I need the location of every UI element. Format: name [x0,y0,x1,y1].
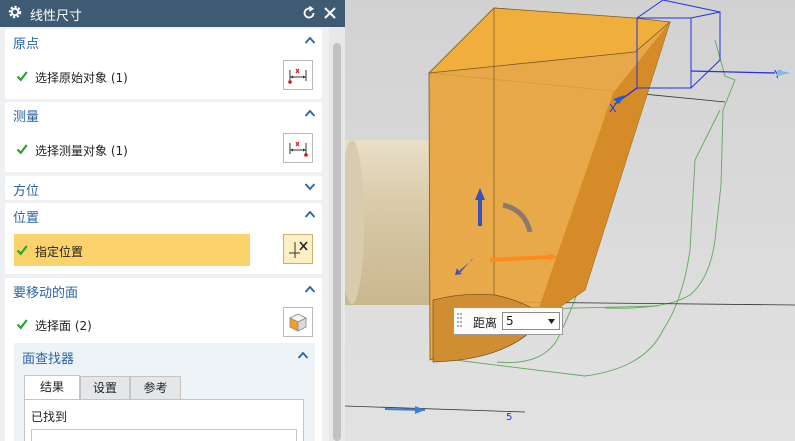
chevron-up-icon[interactable] [304,108,316,118]
svg-text:X: X [609,102,617,115]
face-cube-icon [289,313,307,332]
chevron-up-icon[interactable] [297,350,309,360]
reset-icon[interactable] [301,5,317,21]
section-measure: 测量 选择测量对象 (1) [5,102,322,172]
panel-scrollbar[interactable] [329,27,345,441]
specify-location-row[interactable]: 指定位置 [14,234,250,266]
chevron-up-icon[interactable] [304,35,316,45]
section-location: 位置 指定位置 [5,203,322,274]
drag-grip-icon[interactable] [457,312,462,330]
linear-dimension-icon [288,68,307,84]
check-icon [16,245,28,256]
select-measure-object-label[interactable]: 选择测量对象 (1) [35,142,128,159]
model-canvas[interactable]: X Y 5 [345,0,795,441]
section-orientation: 方位 [5,176,322,200]
select-origin-object-label[interactable]: 选择原始对象 (1) [35,69,128,86]
y-axis-arrowhead [777,70,791,76]
select-face-button[interactable] [283,307,313,337]
select-face-label[interactable]: 选择面 (2) [35,317,92,334]
distance-popup: 距离 5 [453,307,563,335]
distance-value[interactable]: 5 [506,314,514,328]
chevron-up-icon[interactable] [304,209,316,219]
gear-icon[interactable] [7,4,23,20]
origin-object-button[interactable] [283,60,313,90]
section-origin: 原点 选择原始对象 (1) [5,29,322,99]
dimension-tick-label: 5 [506,412,512,423]
measure-object-button[interactable] [283,133,313,163]
face-finder-header[interactable]: 面查找器 [22,348,74,367]
found-label: 已找到 [31,410,68,424]
dimension-axis-arrowhead [415,406,425,414]
tab-reference[interactable]: 参考 [130,376,181,400]
tab-settings[interactable]: 设置 [80,376,130,400]
found-faces-list[interactable] [31,429,297,441]
check-icon [16,71,28,82]
caret-down-icon[interactable] [548,319,555,324]
dialog-body: 原点 选择原始对象 (1) 测量 选择测量对象 (1) 方位 位置 指定位置 要… [0,27,345,441]
linear-dimension-icon [289,141,308,157]
section-move-face: 要移动的面 选择面 (2) 面查找器 结果 设置 参考 已找到 [5,278,322,441]
specify-location-button[interactable] [283,234,313,264]
scrollbar-thumb[interactable] [333,43,341,441]
section-header-measure[interactable]: 测量 [13,106,39,125]
distance-label: 距离 [473,316,498,330]
graphics-viewport[interactable]: X Y 5 [345,0,795,441]
dialog-title-bar: 线性尺寸 [0,0,345,27]
section-header-orientation[interactable]: 方位 [13,180,39,199]
chevron-down-icon[interactable] [304,182,316,192]
close-icon[interactable] [322,5,338,21]
tab-results[interactable]: 结果 [24,375,80,400]
face-finder-group: 面查找器 结果 设置 参考 已找到 [14,343,315,441]
svg-text:5: 5 [506,412,512,423]
dialog-title: 线性尺寸 [30,9,83,24]
point-location-icon [289,241,308,258]
results-tab-panel: 已找到 [24,399,304,441]
wcs-x-label: X [609,102,617,115]
dialog-panel: 线性尺寸 原点 选择原始对象 (1) 测量 选择测量对象 (1) 方位 位置 指… [0,0,345,441]
check-icon [16,144,28,155]
section-header-location[interactable]: 位置 [13,207,39,226]
check-icon [16,319,28,330]
section-header-origin[interactable]: 原点 [13,33,39,52]
section-header-move-face[interactable]: 要移动的面 [13,282,78,301]
specify-location-label: 指定位置 [35,245,84,259]
distance-select[interactable]: 5 [502,312,560,330]
chevron-up-icon[interactable] [304,284,316,294]
